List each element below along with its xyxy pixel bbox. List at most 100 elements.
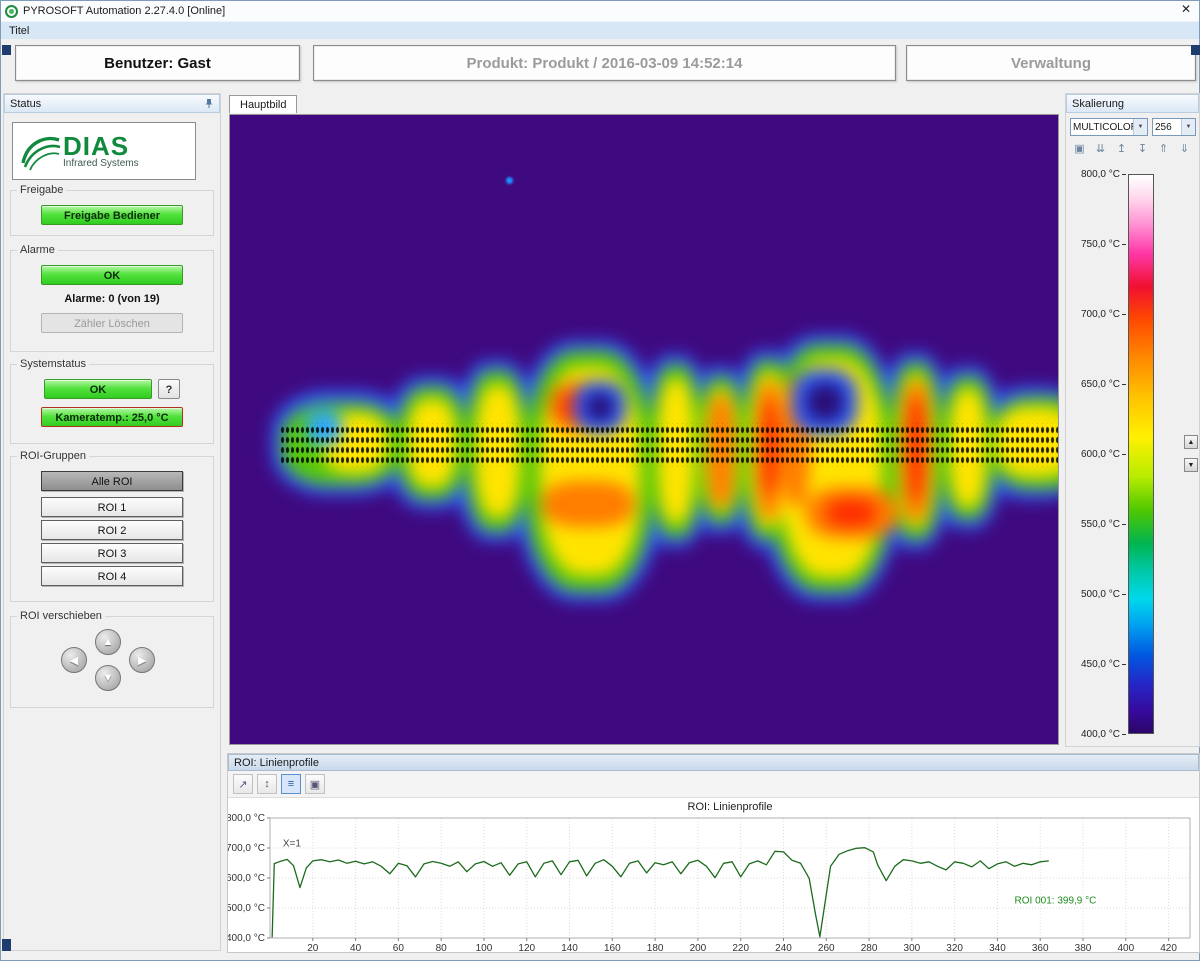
dock-square-right [1191,45,1200,55]
scale-tick-label: 400,0 °C [1066,728,1126,740]
svg-text:80: 80 [436,943,448,952]
chart-axes-icon[interactable]: ↕ [257,774,277,794]
roi-groups-label: ROI-Gruppen [17,450,89,462]
scale-shift-up-icon[interactable]: ⇑ [1154,140,1173,157]
roi-move-pad: ▲ ◀ ▶ ▼ [11,627,213,697]
window-title: PYROSOFT Automation 2.27.4.0 [Online] [23,5,225,17]
roi-move-label: ROI verschieben [17,610,105,622]
svg-text:20: 20 [307,943,319,952]
alarme-label: Alarme [17,244,58,256]
pin-icon[interactable] [204,98,214,109]
scale-shift-down-icon[interactable]: ⇓ [1175,140,1194,157]
svg-text:100: 100 [476,943,493,952]
svg-text:380: 380 [1075,943,1092,952]
dias-logo: DIAS Infrared Systems [12,122,196,180]
arrow-left-icon: ◀ [70,654,78,667]
logo-subtitle: Infrared Systems [63,158,139,169]
move-left-button[interactable]: ◀ [61,647,87,673]
status-panel-header: Status [4,94,220,113]
profile-toolbar: ↗ ↕ ≡ ▣ [228,771,1199,798]
svg-text:280: 280 [861,943,878,952]
scale-tick-label: 500,0 °C [1066,588,1126,600]
scale-tick-label: 700,0 °C [1066,308,1126,320]
move-down-button[interactable]: ▼ [95,665,121,691]
title-bar: PYROSOFT Automation 2.27.4.0 [Online] ✕ [1,1,1199,21]
freigabe-label: Freigabe [17,184,66,196]
spin-up-icon: ▲ [1188,439,1195,446]
user-button[interactable]: Benutzer: Gast [15,45,300,81]
status-panel-title: Status [10,98,41,110]
scale-min-down-icon[interactable]: ↧ [1133,140,1152,157]
roi-3-button[interactable]: ROI 3 [41,543,183,563]
roi-measure-line [280,423,1059,467]
chart-legend-icon[interactable]: ≡ [281,774,301,794]
verwaltung-button[interactable]: Verwaltung [906,45,1196,81]
profile-chart-area: 2040608010012014016018020022024026028030… [228,798,1200,952]
product-button[interactable]: Produkt: Produkt / 2016-03-09 14:52:14 [313,45,896,81]
roi-4-button[interactable]: ROI 4 [41,566,183,586]
thermal-image [229,114,1059,745]
svg-text:60: 60 [393,943,405,952]
clear-counter-button[interactable]: Zähler Löschen [41,313,183,333]
help-button[interactable]: ? [158,379,180,399]
svg-text:ROI 001: 399,9 °C: ROI 001: 399,9 °C [1015,896,1097,907]
svg-text:400,0 °C: 400,0 °C [228,933,265,944]
svg-text:ROI: Linienprofile: ROI: Linienprofile [688,801,773,813]
move-up-button[interactable]: ▲ [95,629,121,655]
roi-all-button[interactable]: Alle ROI [41,471,183,491]
menu-bar: Titel [1,21,1199,39]
move-right-button[interactable]: ▶ [129,647,155,673]
main-tabstrip: Hauptbild [227,95,1063,115]
roi-groups-group: ROI-Gruppen Alle ROI ROI 1 ROI 2 ROI 3 R… [10,456,214,602]
svg-text:180: 180 [647,943,664,952]
status-panel: Status DIAS Infrared Systems Freigabe Fr… [3,93,221,951]
scaling-toolbar: ▣ ⇊ ↥ ↧ ⇑ ⇓ [1070,140,1194,157]
levels-select[interactable]: 256 ▼ [1152,118,1196,136]
scale-tick-label: 750,0 °C [1066,238,1126,250]
chart-copy-icon[interactable]: ▣ [305,774,325,794]
dock-square-bottom-left [2,939,11,951]
scale-range-up-button[interactable]: ▲ [1184,435,1198,449]
freigabe-bediener-button[interactable]: Freigabe Bediener [41,205,183,225]
scale-max-up-icon[interactable]: ↥ [1112,140,1131,157]
tab-hauptbild[interactable]: Hauptbild [229,95,297,113]
svg-text:420: 420 [1160,943,1177,952]
roi-2-button[interactable]: ROI 2 [41,520,183,540]
scale-auto-icon[interactable]: ⇊ [1091,140,1110,157]
scale-tick-label: 550,0 °C [1066,518,1126,530]
arrow-up-icon: ▲ [103,636,114,648]
svg-text:340: 340 [989,943,1006,952]
header-row: Benutzer: Gast Produkt: Produkt / 2016-0… [1,39,1199,89]
svg-text:360: 360 [1032,943,1049,952]
freigabe-group: Freigabe Freigabe Bediener [10,190,214,236]
palette-select-value: MULTICOLOR [1071,122,1133,133]
colorbar-labels: 800,0 °C750,0 °C700,0 °C650,0 °C600,0 °C… [1066,168,1126,742]
camera-temp-button[interactable]: Kameratemp.: 25,0 °C [41,407,183,427]
roi-1-button[interactable]: ROI 1 [41,497,183,517]
app-logo-icon [5,5,18,18]
scale-tick-label: 800,0 °C [1066,168,1126,180]
palette-select[interactable]: MULTICOLOR ▼ [1070,118,1148,136]
cool-spot [506,177,513,184]
chart-export-icon[interactable]: ↗ [233,774,253,794]
alarm-ok-button[interactable]: OK [41,265,183,285]
systemstatus-label: Systemstatus [17,358,89,370]
svg-text:160: 160 [604,943,621,952]
scale-tick-label: 650,0 °C [1066,378,1126,390]
alarm-count-text: Alarme: 0 (von 19) [11,293,213,305]
svg-text:240: 240 [775,943,792,952]
profile-panel-title: ROI: Linienprofile [234,757,319,769]
system-ok-button[interactable]: OK [44,379,152,399]
scale-tick-label: 450,0 °C [1066,658,1126,670]
palette-copy-icon[interactable]: ▣ [1070,140,1089,157]
svg-text:700,0 °C: 700,0 °C [228,843,265,854]
svg-text:600,0 °C: 600,0 °C [228,873,265,884]
chevron-down-icon: ▼ [1181,119,1195,135]
profile-panel-header: ROI: Linienprofile [228,754,1199,771]
scaling-panel: Skalierung MULTICOLOR ▼ 256 ▼ ▣ ⇊ ↥ ↧ ⇑ … [1065,93,1200,747]
menu-titel[interactable]: Titel [9,25,29,37]
svg-text:40: 40 [350,943,362,952]
scale-range-down-button[interactable]: ▼ [1184,458,1198,472]
close-icon[interactable]: ✕ [1181,2,1191,16]
svg-text:300: 300 [904,943,921,952]
